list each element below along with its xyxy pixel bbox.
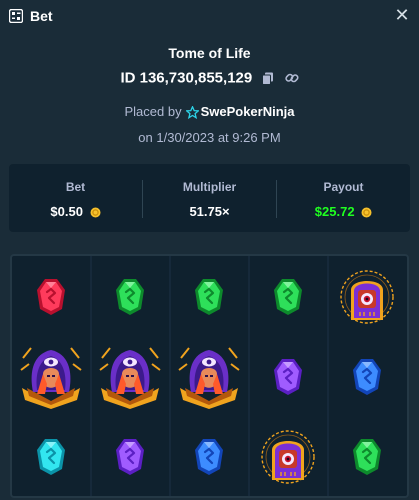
vip-star-icon [184,105,200,120]
reel-column [170,256,249,496]
reel-column [249,256,328,496]
reel-cell-sorceress-symbol [12,337,91,417]
cyan-rune-gem-icon [37,439,65,475]
reel-cell-cyan-rune-gem [12,417,91,496]
stat-bet-value: $0.50 [50,204,83,219]
bet-id-row: ID 136,730,855,129 [0,69,419,87]
reel-cell-red-rune-gem [12,257,91,337]
coin-icon [361,207,372,218]
placed-date: on 1/30/2023 at 9:26 PM [138,130,281,145]
stat-multiplier-label: Multiplier [182,180,237,194]
reel-cell-tome-scatter-symbol [328,257,407,337]
stat-payout-label: Payout [323,180,364,194]
green-rune-gem-icon [353,439,381,475]
purple-rune-gem-icon [116,439,144,475]
stat-payout-value-row: $25.72 [277,204,410,219]
stat-bet: Bet $0.50 [9,164,142,232]
tome-scatter-symbol-icon [340,270,394,324]
modal-header: Bet ✕ [0,0,419,32]
reel-column [12,256,91,496]
reel-cell-blue-rune-gem [170,417,249,496]
modal-title: Bet [30,8,53,24]
stat-multiplier: Multiplier 51.75× [143,164,276,232]
close-icon[interactable]: ✕ [393,6,411,24]
reel-cell-sorceress-symbol [91,337,170,417]
reel-column [91,256,170,496]
reel-cell-green-rune-gem [170,257,249,337]
blue-rune-gem-icon [195,439,223,475]
sorceress-symbol-icon [20,347,82,409]
placed-by-label: Placed by [124,104,182,119]
sorceress-symbol-icon [99,347,161,409]
copy-icon[interactable] [262,72,274,85]
reel-cell-tome-scatter-symbol [249,417,328,496]
red-rune-gem-icon [37,279,65,315]
reel-cell-green-rune-gem [249,257,328,337]
bet-stats-panel: Bet $0.50 Multiplier 51.75× Payout $25.7… [9,164,410,232]
stat-payout: Payout $25.72 [277,164,410,232]
sorceress-symbol-icon [178,347,240,409]
reel-cell-sorceress-symbol [170,337,249,417]
bet-slip-icon [9,9,23,23]
blue-rune-gem-icon [353,359,381,395]
stat-multiplier-value: 51.75× [189,204,230,219]
slot-reel-grid [10,254,409,498]
reel-column [328,256,407,496]
reel-cell-green-rune-gem [91,257,170,337]
tome-scatter-symbol-icon [261,430,315,484]
placed-by-row: Placed by SwePokerNinja [0,104,419,120]
reel-cell-green-rune-gem [328,417,407,496]
bet-id: ID 136,730,855,129 [120,69,253,87]
reel-cell-purple-rune-gem [249,337,328,417]
green-rune-gem-icon [116,279,144,315]
green-rune-gem-icon [195,279,223,315]
coin-icon [90,207,101,218]
username-link[interactable]: SwePokerNinja [201,104,295,119]
reel-cell-purple-rune-gem [91,417,170,496]
stat-bet-value-row: $0.50 [9,204,142,219]
green-rune-gem-icon [274,279,302,315]
stat-payout-value: $25.72 [314,204,355,219]
reel-cell-blue-rune-gem [328,337,407,417]
stat-bet-label: Bet [65,180,86,194]
purple-rune-gem-icon [274,359,302,395]
link-icon[interactable] [284,71,299,85]
game-title[interactable]: Tome of Life [0,45,419,61]
